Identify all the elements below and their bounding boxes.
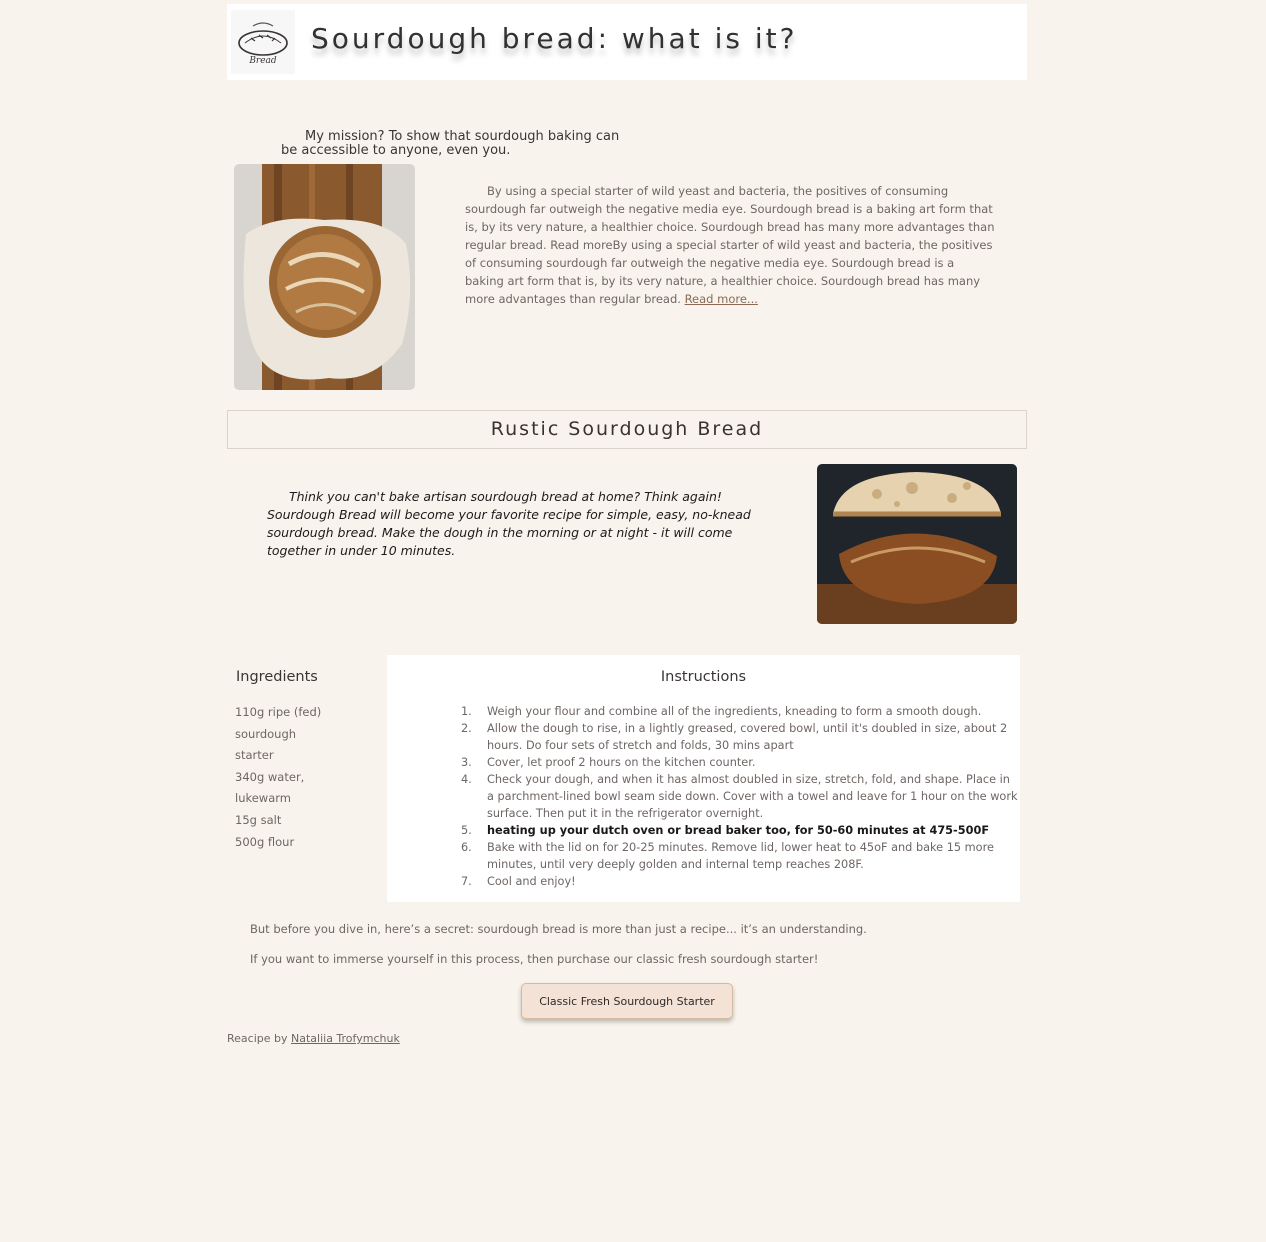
instruction-step: 1. Weigh your flour and combine all of th…: [387, 703, 1020, 720]
intro-paragraph: By using a special starter of wild yeast…: [465, 182, 995, 308]
ingredient-item: 110g ripe (fed) sourdough starter: [235, 705, 322, 763]
site-header: Bread Sourdough bread: what is it?: [227, 4, 1027, 80]
step-text: Bake with the lid on for 20-25 minutes. …: [487, 841, 994, 871]
recipe-lead: Think you can't bake artisan sourdough b…: [267, 489, 751, 558]
rustic-bread-photo: [817, 464, 1017, 624]
instruction-step-highlighted: 5. heating up your dutch oven or bread ba…: [387, 822, 1020, 839]
buy-starter-button[interactable]: Classic Fresh Sourdough Starter: [521, 983, 733, 1019]
ingredient-item: 15g salt: [235, 812, 282, 827]
instruction-step: 6. Bake with the lid on for 20-25 minutes…: [387, 839, 1020, 873]
step-number: 7.: [461, 875, 472, 888]
instruction-step: 4. Check your dough, and when it has almo…: [387, 771, 1020, 822]
step-text: Allow the dough to rise, in a lightly gr…: [487, 722, 1008, 752]
step-number: 3.: [461, 756, 472, 769]
read-more-link[interactable]: Read more...: [685, 292, 758, 306]
instruction-step: 2. Allow the dough to rise, in a lightly …: [387, 720, 1020, 754]
logo-text: Bread: [248, 56, 277, 66]
step-number: 2.: [461, 722, 472, 735]
ingredient-item: 500g flour: [235, 834, 295, 849]
step-text: Weigh your flour and combine all of the …: [487, 705, 982, 718]
instruction-step: 7. Cool and enjoy!: [387, 873, 1020, 890]
page-title: Sourdough bread: what is it?: [311, 22, 798, 55]
step-text: heating up your dutch oven or bread bake…: [487, 824, 990, 837]
recipe-title-box: Rustic Sourdough Bread: [227, 410, 1027, 449]
mission-statement: My mission? To show that sourdough bakin…: [281, 129, 620, 158]
recipe-title: Rustic Sourdough Bread: [490, 418, 764, 440]
purchase-invite-text: If you want to immerse yourself in this …: [250, 952, 819, 966]
credit-prefix: Reacipe by: [227, 1032, 288, 1045]
instructions-heading: Instructions: [660, 669, 747, 685]
ingredient-item: 340g water, lukewarm: [235, 769, 305, 806]
bread-logo: Bread: [231, 10, 295, 74]
step-text: Check your dough, and when it has almost…: [487, 773, 1018, 820]
ingredients-section: Ingredients 110g ripe (fed) sourdough st…: [227, 655, 377, 853]
page: Bread Sourdough bread: what is it? My mi…: [227, 4, 1027, 1045]
step-number: 6.: [461, 841, 472, 854]
sourdough-loaf-photo: [234, 164, 415, 390]
ingredients-heading: Ingredients: [236, 669, 318, 685]
secret-text: But before you dive in, here’s a secret:…: [250, 922, 867, 936]
step-number: 5.: [461, 824, 472, 837]
instructions-list: 1. Weigh your flour and combine all of th…: [387, 703, 1020, 890]
intro-text: By using a special starter of wild yeast…: [465, 184, 995, 306]
step-text: Cover, let proof 2 hours on the kitchen …: [487, 756, 756, 769]
instructions-section: Instructions 1. Weigh your flour and comb…: [387, 655, 1020, 902]
instruction-step: 3. Cover, let proof 2 hours on the kitche…: [387, 754, 1020, 771]
step-number: 1.: [461, 705, 472, 718]
recipe-credit: Reacipe by Nataliia Trofymchuk: [227, 1032, 400, 1045]
step-number: 4.: [461, 773, 472, 786]
ingredients-list: 110g ripe (fed) sourdough starter 340g w…: [235, 702, 325, 853]
author-link[interactable]: Nataliia Trofymchuk: [291, 1032, 400, 1045]
step-text: Cool and enjoy!: [487, 875, 576, 888]
